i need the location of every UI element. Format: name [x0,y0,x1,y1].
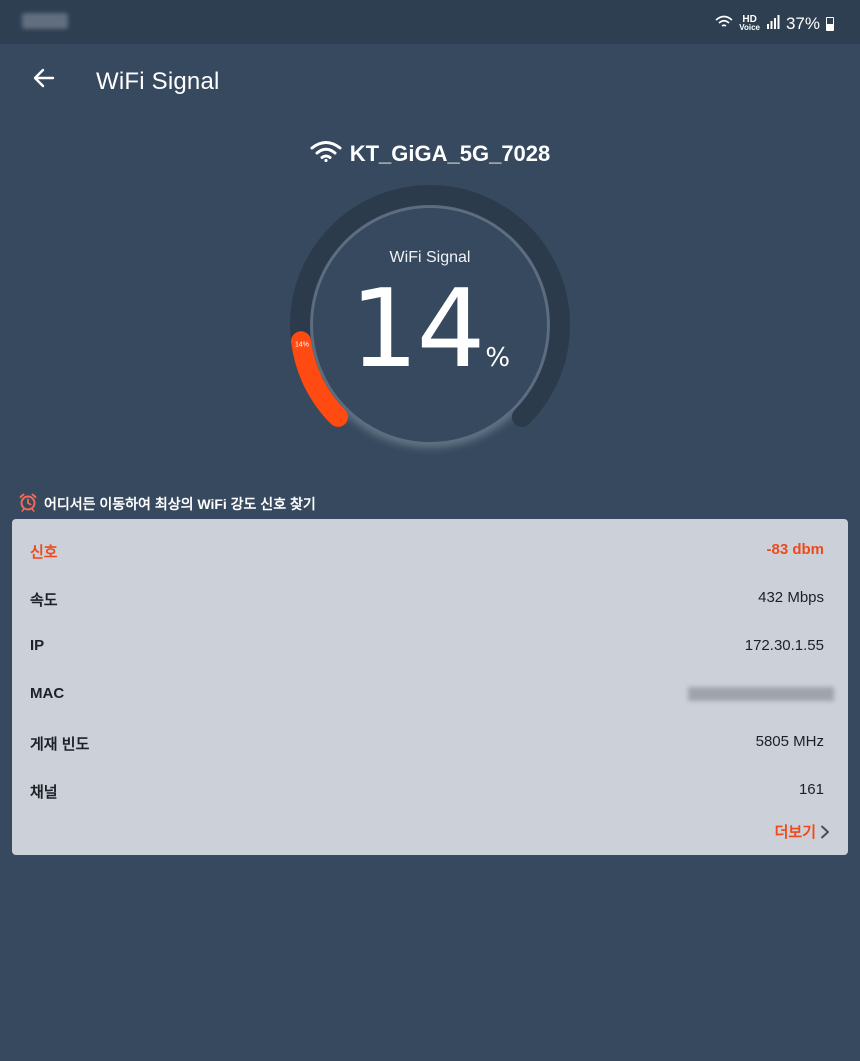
network-header: KT_GiGA_5G_7028 [0,140,860,167]
detail-row-signal: 신호 -83 dbm [12,527,848,575]
detail-row-mac: MAC [12,671,848,719]
status-icons: HD Voice 37% [715,14,834,34]
detail-label: 채널 [30,784,58,801]
cell-signal-icon [766,14,780,34]
detail-label: IP [30,637,45,654]
details-card: 신호 -83 dbm 속도 432 Mbps IP 172.30.1.55 MA… [12,519,848,855]
network-ssid: KT_GiGA_5G_7028 [349,140,551,166]
page-title: WiFi Signal [96,68,220,95]
more-link[interactable]: 더보기 [775,821,830,842]
detail-label: 게재 빈도 [30,736,90,753]
detail-label: 속도 [30,592,58,609]
back-button[interactable] [24,58,64,98]
detail-label: MAC [30,685,65,702]
chevron-right-icon [821,825,829,838]
battery-icon [826,17,834,31]
wifi-icon [310,140,342,167]
gauge-value: 14% [280,275,580,413]
gauge-label: WiFi Signal [389,249,471,266]
arrow-left-icon [33,68,55,88]
gauge-value-number: 14 [349,267,485,392]
mac-value-redacted [688,687,834,701]
signal-gauge: 14% WiFi Signal 14% [280,185,580,475]
gauge-value-unit: % [485,343,511,373]
detail-label: 신호 [30,544,58,561]
more-label: 더보기 [774,824,816,841]
hd-voice-badge: HD Voice [739,14,760,32]
detail-row-speed: 속도 432 Mbps [12,575,848,623]
detail-row-ip: IP 172.30.1.55 [12,623,848,671]
detail-value: -83 dbm [766,541,824,558]
alarm-clock-icon [18,492,38,515]
detail-value: 172.30.1.55 [744,637,824,654]
status-time-redacted [22,13,68,29]
detail-value: 161 [798,781,824,798]
detail-value: 5805 MHz [755,733,824,750]
tip-banner: 어디서든 이동하여 최상의 WiFi 강도 신호 찾기 [18,492,316,515]
status-bar: HD Voice 37% [0,0,860,44]
detail-row-channel: 채널 161 [12,767,848,815]
detail-value: 432 Mbps [758,589,824,606]
app-bar: WiFi Signal [0,44,860,120]
detail-row-frequency: 게재 빈도 5805 MHz [12,719,848,767]
tip-text: 어디서든 이동하여 최상의 WiFi 강도 신호 찾기 [44,495,316,512]
wifi-status-icon [715,14,733,34]
battery-percent: 37% [785,14,820,33]
